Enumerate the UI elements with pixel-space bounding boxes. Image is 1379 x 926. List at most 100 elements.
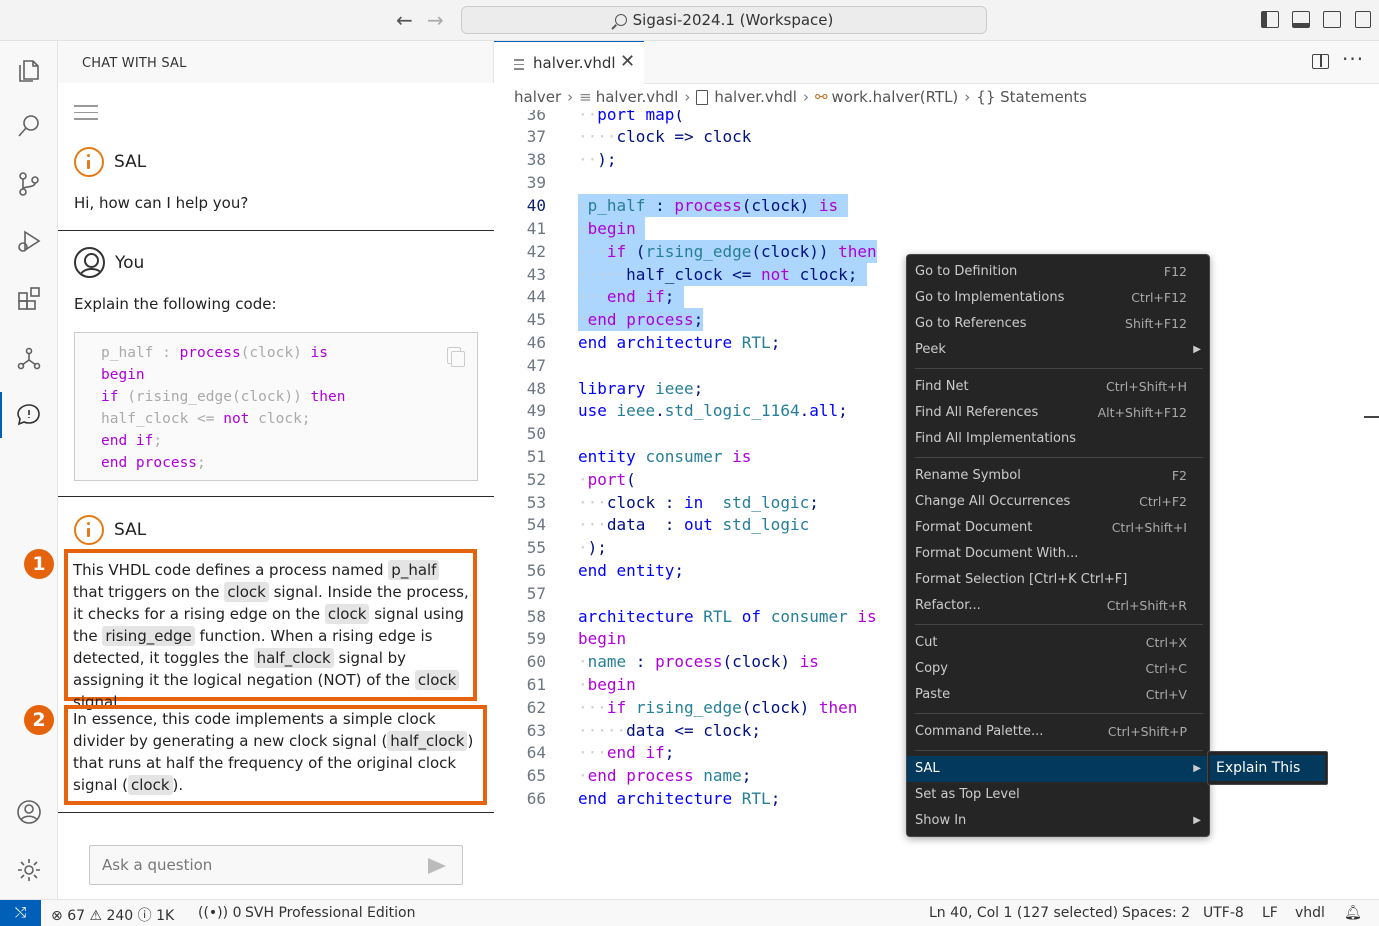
code-line: end process; xyxy=(101,455,206,471)
menu-shortcut: Ctrl+X xyxy=(1145,635,1187,650)
code-line: if (rising_edge(clock)) then xyxy=(101,389,346,405)
breadcrumb-item[interactable]: halver.vhdl xyxy=(714,88,797,106)
file-lines-icon xyxy=(514,59,524,73)
settings-gear-icon[interactable] xyxy=(9,850,49,890)
toggle-primary-sidebar-icon[interactable] xyxy=(1261,11,1279,28)
sal-response-paragraph-2: In essence, this code implements a simpl… xyxy=(73,710,474,795)
error-icon: ⊗ xyxy=(51,908,63,924)
menu-item-rename-symbol[interactable]: Rename Symbol F2 xyxy=(907,463,1209,489)
menu-item-refactor[interactable]: Refactor... Ctrl+Shift+R xyxy=(907,593,1209,619)
code-line: p_half : process(clock) is xyxy=(101,345,328,361)
menu-item-format-selection-ctrl-k-ctrl-f[interactable]: Format Selection [Ctrl+K Ctrl+F] xyxy=(907,567,1209,593)
breadcrumb-item[interactable]: {} Statements xyxy=(976,88,1087,106)
hierarchy-icon: ⚯ xyxy=(814,88,828,106)
hierarchy-icon[interactable] xyxy=(9,338,49,378)
notifications-bell-icon[interactable]: 🔔︎ xyxy=(1344,905,1362,921)
remote-indicator-icon[interactable]: ⤭ xyxy=(0,900,41,926)
send-icon[interactable] xyxy=(428,858,446,874)
menu-item-go-to-implementations[interactable]: Go to Implementations Ctrl+F12 xyxy=(907,285,1209,311)
sal-message-header: SAL xyxy=(74,147,146,177)
end-of-line[interactable]: LF xyxy=(1262,905,1278,921)
chat-body[interactable]: SAL Hi, how can I help you? You Explain … xyxy=(24,83,494,899)
code-chip: clock xyxy=(224,582,269,602)
scrollbar-marker[interactable] xyxy=(1364,416,1379,418)
search-icon[interactable] xyxy=(9,106,49,146)
code-line: half_clock <= not clock; xyxy=(101,411,311,427)
language-mode[interactable]: vhdl xyxy=(1295,905,1325,921)
ports-indicator[interactable]: ((•)) 0 xyxy=(198,905,241,921)
edition-label[interactable]: SVH Professional Edition xyxy=(245,905,415,921)
menu-item-go-to-definition[interactable]: Go to Definition F12 xyxy=(907,259,1209,285)
menu-shortcut: Ctrl+Shift+H xyxy=(1106,379,1187,394)
ask-question-input[interactable]: Ask a question xyxy=(89,845,463,885)
menu-icon[interactable] xyxy=(74,105,98,125)
extensions-icon[interactable] xyxy=(9,279,49,319)
chat-icon[interactable] xyxy=(9,395,49,435)
warning-icon: ⚠ xyxy=(89,908,103,924)
copy-icon[interactable] xyxy=(447,347,465,367)
menu-item-find-all-references[interactable]: Find All References Alt+Shift+F12 xyxy=(907,400,1209,426)
breadcrumb-item[interactable]: work.halver(RTL) xyxy=(832,88,959,106)
menu-item-cut[interactable]: Cut Ctrl+X xyxy=(907,630,1209,656)
close-icon[interactable]: ✕ xyxy=(620,51,635,72)
menu-item-find-net[interactable]: Find Net Ctrl+Shift+H xyxy=(907,374,1209,400)
menu-shortcut: Ctrl+C xyxy=(1145,661,1187,676)
split-editor-icon[interactable] xyxy=(1312,54,1329,69)
menu-shortcut: F12 xyxy=(1163,264,1187,279)
account-icon[interactable] xyxy=(9,792,49,832)
file-lines-icon: ≡ xyxy=(579,88,592,106)
annotation-badge-1: 1 xyxy=(24,549,54,579)
status-bar: ⤭ ⊗ 67 ⚠ 240 ⓘ 1K ((•)) 0 SVH Profession… xyxy=(0,899,1379,926)
indentation[interactable]: Spaces: 2 xyxy=(1122,905,1190,921)
sal-greeting: Hi, how can I help you? xyxy=(74,194,249,212)
source-control-icon[interactable] xyxy=(9,164,49,204)
user-avatar-icon xyxy=(74,247,105,278)
menu-item-format-document-with[interactable]: Format Document With... xyxy=(907,541,1209,567)
menu-item-change-all-occurrences[interactable]: Change All Occurrences Ctrl+F2 xyxy=(907,489,1209,515)
menu-item-set-as-top-level[interactable]: Set as Top Level xyxy=(907,782,1209,808)
explorer-icon[interactable] xyxy=(9,49,49,89)
command-center-search[interactable]: Sigasi-2024.1 (Workspace) xyxy=(461,6,987,34)
code-line: 39 xyxy=(526,173,546,192)
menu-item-sal[interactable]: SAL ▶ xyxy=(907,756,1209,782)
menu-item-copy[interactable]: Copy Ctrl+C xyxy=(907,656,1209,682)
annotation-badge-2: 2 xyxy=(24,705,54,735)
encoding[interactable]: UTF-8 xyxy=(1203,905,1244,921)
user-prompt: Explain the following code: xyxy=(74,295,277,313)
breadcrumb-item[interactable]: halver.vhdl xyxy=(596,88,679,106)
toggle-panel-icon[interactable] xyxy=(1292,11,1310,28)
menu-item-explain-this-code[interactable]: Explain This Code xyxy=(1210,755,1325,802)
menu-separator xyxy=(915,368,1203,369)
code-line: begin xyxy=(101,367,145,383)
customize-layout-icon[interactable] xyxy=(1355,11,1371,28)
command-center-label: Sigasi-2024.1 (Workspace) xyxy=(632,11,834,29)
code-line: 37 ····clock => clock xyxy=(526,127,752,146)
code-line: 41 ·begin xyxy=(494,217,1379,240)
code-chip: clock xyxy=(414,670,460,690)
menu-item-command-palette[interactable]: Command Palette... Ctrl+Shift+P xyxy=(907,719,1209,745)
message-author: SAL xyxy=(114,152,147,172)
problems-indicator[interactable]: ⊗ 67 ⚠ 240 ⓘ 1K xyxy=(51,905,174,925)
cursor-position[interactable]: Ln 40, Col 1 (127 selected) xyxy=(929,905,1118,921)
tab-halver-vhdl[interactable]: halver.vhdl ✕ xyxy=(494,41,644,84)
menu-item-find-all-implementations[interactable]: Find All Implementations xyxy=(907,426,1209,452)
submenu-arrow-icon: ▶ xyxy=(1193,763,1201,774)
breadcrumb-item[interactable]: halver xyxy=(514,88,561,106)
more-actions-icon[interactable]: ··· xyxy=(1342,47,1364,71)
run-debug-icon[interactable] xyxy=(9,221,49,261)
forward-arrow-icon[interactable]: → xyxy=(427,8,444,32)
chat-panel: CHAT WITH SAL SAL Hi, how can I help you… xyxy=(24,41,494,899)
back-arrow-icon[interactable]: ← xyxy=(396,8,413,32)
toggle-secondary-sidebar-icon[interactable] xyxy=(1323,11,1341,28)
menu-item-peek[interactable]: Peek ▶ xyxy=(907,337,1209,363)
code-chip: clock xyxy=(324,604,370,624)
code-chip: half_clock xyxy=(253,648,334,668)
tab-label: halver.vhdl xyxy=(533,54,616,72)
search-icon xyxy=(614,14,627,26)
menu-item-go-to-references[interactable]: Go to References Shift+F12 xyxy=(907,311,1209,337)
menu-item-paste[interactable]: Paste Ctrl+V xyxy=(907,682,1209,708)
sal-message-header: SAL xyxy=(74,515,146,545)
menu-item-show-in[interactable]: Show In ▶ xyxy=(907,808,1209,834)
chevron-right-icon: › xyxy=(964,88,971,106)
menu-item-format-document[interactable]: Format Document Ctrl+Shift+I xyxy=(907,515,1209,541)
